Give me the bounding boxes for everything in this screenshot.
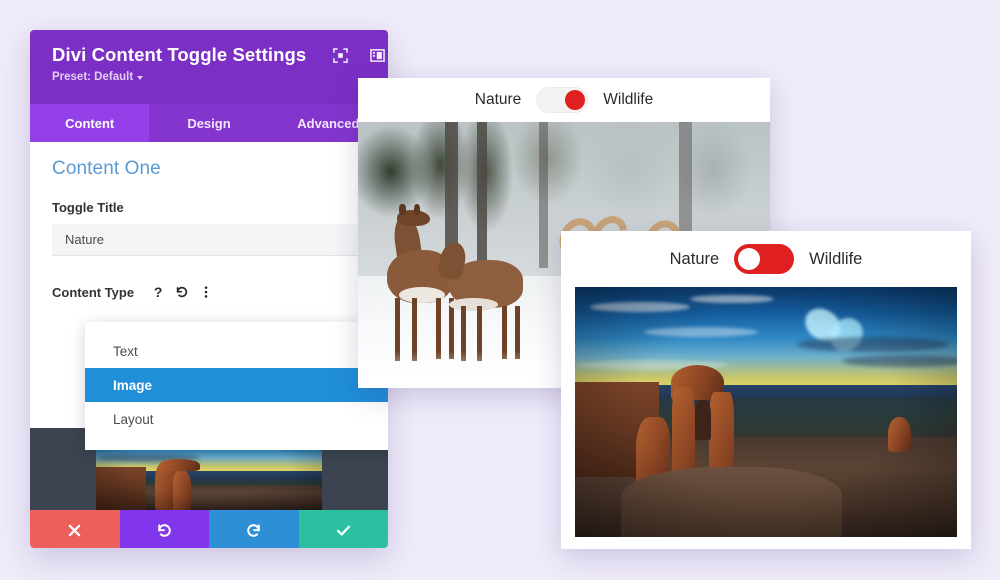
tab-content[interactable]: Content: [30, 104, 150, 142]
toggle-title-label: Toggle Title: [52, 200, 124, 215]
content-type-dropdown[interactable]: Text Image ✓ Layout: [85, 322, 388, 450]
close-icon: [68, 524, 81, 536]
dropdown-option-label: Text: [113, 343, 138, 359]
toggle-left-label: Nature: [474, 91, 522, 108]
layout-view-icon[interactable]: [369, 47, 386, 64]
undo-button[interactable]: [119, 510, 209, 548]
help-icon[interactable]: ?: [146, 280, 170, 304]
chevron-down-icon: [137, 76, 144, 80]
preview-card-nature-wildlife-2: Nature Wildlife: [561, 231, 971, 549]
undo-icon: [157, 523, 171, 537]
content-type-label: Content Type: [52, 284, 135, 300]
content-toggle-bar: Nature Wildlife: [358, 78, 770, 122]
check-icon: [336, 525, 350, 536]
toggle-title-input[interactable]: Nature: [52, 224, 382, 256]
divi-settings-modal: Divi Content Toggle Settings Preset: Def…: [30, 30, 388, 548]
preview-photo-container: [575, 287, 957, 537]
header-icon-group: [332, 47, 388, 64]
dropdown-option-text[interactable]: Text: [85, 334, 388, 368]
tab-design[interactable]: Design: [149, 104, 268, 142]
section-title: Content One: [52, 158, 161, 179]
expand-icon[interactable]: [332, 47, 349, 64]
content-toggle-switch[interactable]: [536, 87, 589, 113]
modal-action-bar: [30, 510, 388, 548]
preset-selector[interactable]: Preset: Default: [52, 71, 370, 83]
cancel-button[interactable]: [30, 510, 120, 548]
content-toggle-switch[interactable]: [734, 244, 795, 274]
dropdown-option-label: Image: [113, 377, 153, 393]
dropdown-option-label: Layout: [113, 411, 154, 427]
redo-icon: [247, 523, 261, 537]
reset-icon[interactable]: [170, 280, 194, 304]
toggle-right-label: Wildlife: [603, 91, 654, 108]
content-type-label-row: Content Type ?: [30, 256, 388, 304]
redo-button[interactable]: [209, 510, 299, 548]
toggle-knob: [738, 248, 761, 270]
modal-title-row: Divi Content Toggle Settings: [52, 44, 386, 66]
page-title: Divi Content Toggle Settings: [52, 44, 307, 65]
dropdown-option-image[interactable]: Image ✓: [85, 368, 388, 402]
toggle-left-label: Nature: [669, 249, 720, 268]
modal-tabs: Content Design Advanced: [30, 104, 388, 142]
modal-header: Divi Content Toggle Settings Preset: Def…: [30, 30, 388, 104]
toggle-right-label: Wildlife: [809, 249, 863, 268]
preset-label: Preset: Default: [52, 71, 134, 83]
field-more-options-icon[interactable]: [194, 280, 218, 304]
save-button[interactable]: [298, 510, 388, 548]
dropdown-option-layout[interactable]: Layout: [85, 402, 388, 436]
toggle-knob: [565, 90, 586, 110]
content-toggle-bar: Nature Wildlife: [561, 231, 971, 287]
modal-body: Content One Toggle Title Nature Content …: [30, 142, 388, 510]
delicate-arch-photo: [575, 287, 957, 537]
